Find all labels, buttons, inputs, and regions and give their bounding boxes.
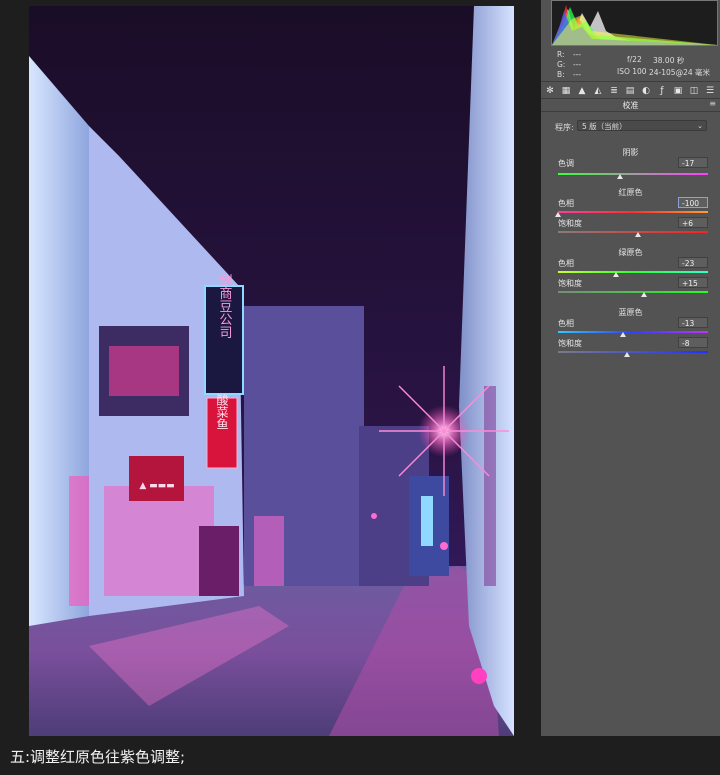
blue-saturation-thumb[interactable] — [624, 352, 630, 357]
green-saturation-thumb[interactable] — [641, 292, 648, 297]
lens-icon[interactable]: ▣ — [673, 86, 683, 96]
shadow-tint-track[interactable] — [558, 173, 708, 175]
blue-saturation-track[interactable] — [558, 351, 708, 353]
photo-preview[interactable]: 剑商豆公司 酸菜鱼 ▲ ▬▬▬ — [29, 6, 514, 736]
green-hue-label: 色相 — [558, 259, 574, 268]
r-value: --- — [573, 50, 582, 59]
r-label: R: — [557, 50, 565, 59]
histogram-icon[interactable]: ▦ — [561, 86, 571, 96]
iso-value: ISO 100 — [617, 67, 647, 76]
blue-hue-label: 色相 — [558, 319, 574, 328]
presets-icon[interactable]: ☰ — [705, 86, 715, 96]
program-select-value: 5 版（当前） — [582, 122, 627, 131]
red-hue-label: 色相 — [558, 199, 574, 208]
tone-curve-icon[interactable]: ◭ — [593, 86, 603, 96]
shutter-value: 38.00 秒 — [653, 56, 685, 65]
g-label: G: — [557, 60, 566, 69]
divider — [541, 81, 720, 82]
green-hue-input[interactable]: -23 — [678, 257, 708, 268]
red-neon-sign: 酸菜鱼 — [215, 393, 229, 430]
green-saturation-track[interactable] — [558, 291, 708, 293]
red-saturation-track[interactable] — [558, 231, 708, 233]
street-scene-image: 剑商豆公司 酸菜鱼 ▲ ▬▬▬ — [29, 6, 514, 736]
camera-raw-panel: R: --- G: --- B: --- f/22 38.00 秒 ISO 10… — [541, 0, 720, 736]
shadow-tint-label: 色调 — [558, 159, 574, 168]
red-saturation-thumb[interactable] — [634, 232, 641, 237]
divider — [541, 111, 720, 112]
blue-hue-input[interactable]: -13 — [678, 317, 708, 328]
b-value: --- — [573, 70, 582, 79]
green-saturation-label: 饱和度 — [558, 279, 582, 288]
program-select[interactable]: 5 版（当前） ⌄ — [577, 120, 707, 131]
fx-icon[interactable]: ƒ — [657, 86, 667, 96]
vertical-neon-sign: 剑商豆公司 — [217, 273, 233, 339]
section-title: 校准 — [622, 101, 639, 110]
hsl-icon[interactable]: ▤ — [625, 86, 635, 96]
blue-saturation-input[interactable]: -8 — [678, 337, 708, 348]
b-label: B: — [557, 70, 565, 79]
red-hue-thumb[interactable] — [555, 212, 561, 217]
section-menu-icon[interactable]: ≡ — [709, 99, 716, 108]
lens-value: 24-105@24 毫米 — [649, 68, 710, 77]
red-saturation-input[interactable]: +6 — [678, 217, 708, 228]
chevron-down-icon: ⌄ — [697, 122, 703, 130]
aperture-value: f/22 — [627, 55, 642, 64]
blue-hue-track[interactable] — [558, 331, 708, 333]
g-value: --- — [573, 60, 582, 69]
shadow-tint-input[interactable]: -17 — [678, 157, 708, 168]
shadow-tint-thumb[interactable] — [617, 174, 624, 179]
mountain-icon[interactable]: ▲ — [577, 86, 587, 96]
green-saturation-input[interactable]: +15 — [678, 277, 708, 288]
tutorial-caption: 五:调整红原色往紫色调整; — [10, 748, 186, 766]
red-hue-input[interactable]: -100 — [678, 197, 708, 208]
detail-icon[interactable]: ≣ — [609, 86, 619, 96]
green-hue-thumb[interactable] — [612, 272, 619, 277]
camera-calibration-icon[interactable]: ◫ — [689, 86, 699, 96]
histogram — [551, 0, 718, 46]
red-saturation-label: 饱和度 — [558, 219, 582, 228]
shop-sign: ▲ ▬▬▬ — [139, 481, 174, 491]
blue-hue-thumb[interactable] — [620, 332, 627, 337]
split-toning-icon[interactable]: ◐ — [641, 86, 651, 96]
aperture-icon[interactable]: ✻ — [545, 86, 555, 96]
blue-saturation-label: 饱和度 — [558, 339, 582, 348]
panel-toolbar: ✻ ▦ ▲ ◭ ≣ ▤ ◐ ƒ ▣ ◫ ☰ — [545, 84, 717, 98]
red-hue-track[interactable] — [558, 211, 708, 213]
green-hue-track[interactable] — [558, 271, 708, 273]
divider — [541, 98, 720, 99]
program-label: 程序: — [555, 123, 574, 132]
